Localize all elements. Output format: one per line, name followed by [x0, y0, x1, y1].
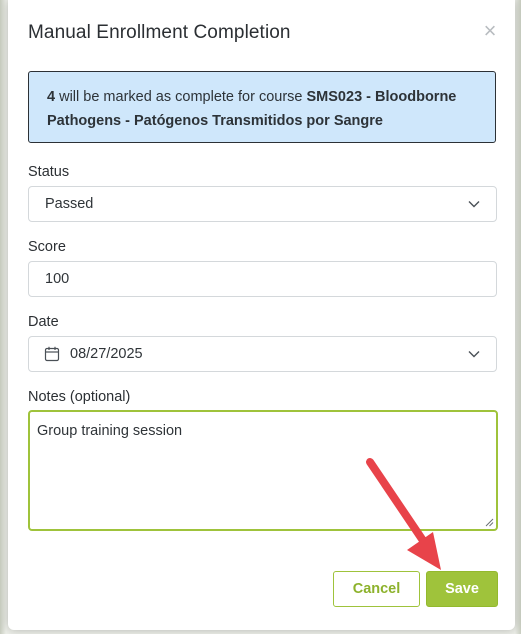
- dialog-title: Manual Enrollment Completion: [28, 22, 291, 43]
- status-select[interactable]: Passed: [28, 186, 497, 222]
- date-value: 08/27/2025: [70, 346, 143, 362]
- date-label: Date: [28, 314, 59, 330]
- status-value: Passed: [45, 196, 94, 212]
- status-label: Status: [28, 164, 70, 180]
- chevron-down-icon: [468, 351, 480, 358]
- close-icon[interactable]: ×: [479, 20, 501, 42]
- info-text: will be marked as complete for course: [55, 89, 307, 105]
- enrollment-count: 4: [47, 89, 56, 105]
- notes-label: Notes (optional): [28, 389, 131, 405]
- date-picker[interactable]: 08/27/2025: [28, 336, 497, 372]
- score-input[interactable]: 100: [28, 261, 497, 297]
- cancel-button[interactable]: Cancel: [333, 571, 420, 607]
- save-button[interactable]: Save: [426, 571, 498, 607]
- score-label: Score: [28, 239, 66, 255]
- info-banner: 4 will be marked as complete for course …: [28, 71, 496, 143]
- score-value: 100: [45, 271, 70, 287]
- resize-grip-icon[interactable]: [485, 518, 494, 527]
- notes-textarea[interactable]: Group training session: [28, 410, 498, 531]
- enrollment-completion-dialog: Manual Enrollment Completion × 4 will be…: [8, 0, 515, 630]
- calendar-icon: [44, 346, 60, 362]
- chevron-down-icon: [468, 201, 480, 208]
- notes-value: Group training session: [37, 423, 183, 439]
